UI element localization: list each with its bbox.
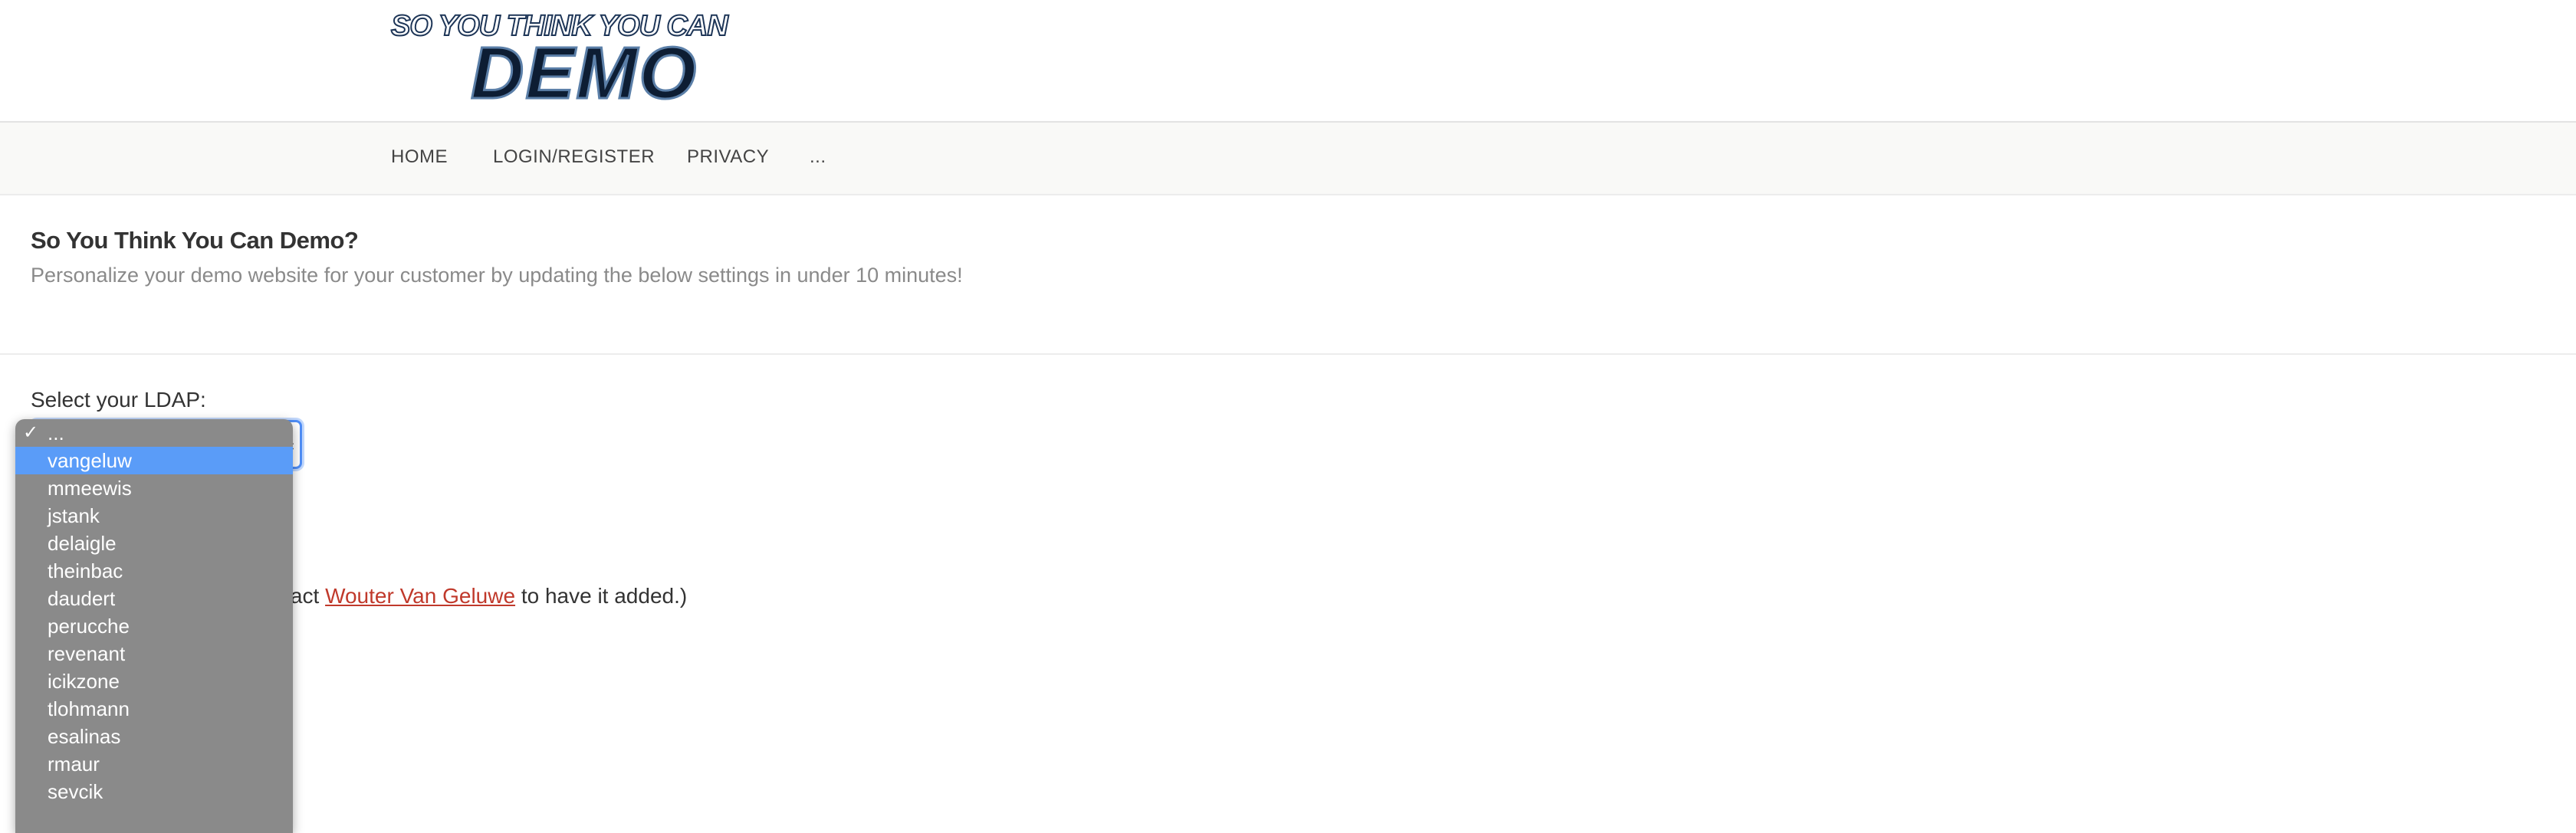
dropdown-option[interactable]: revenant xyxy=(15,640,293,667)
ldap-select-label: Select your LDAP: xyxy=(31,388,206,412)
option-label: theinbac xyxy=(48,559,123,582)
dropdown-option[interactable]: sevcik xyxy=(15,778,293,805)
dropdown-option[interactable]: icikzone xyxy=(15,667,293,695)
section-divider xyxy=(0,353,2576,355)
option-label: revenant xyxy=(48,642,126,665)
dropdown-option[interactable]: ✓ ... xyxy=(15,419,293,447)
dropdown-option[interactable]: daudert xyxy=(15,585,293,612)
option-label: tlohmann xyxy=(48,697,130,720)
option-label: ... xyxy=(48,421,64,444)
page-subtitle: Personalize your demo website for your c… xyxy=(31,264,963,287)
logo-main-text: DEMO xyxy=(470,32,698,114)
dropdown-option[interactable]: esalinas xyxy=(15,723,293,750)
help-suffix: to have it added.) xyxy=(515,584,688,608)
page-title: So You Think You Can Demo? xyxy=(31,227,359,254)
dropdown-option[interactable]: jstank xyxy=(15,502,293,530)
checkmark-icon: ✓ xyxy=(23,422,39,443)
option-label: jstank xyxy=(48,504,100,527)
option-label: icikzone xyxy=(48,670,120,693)
dropdown-option[interactable]: mmeewis xyxy=(15,474,293,502)
ldap-help-text: ontact Wouter Van Geluwe to have it adde… xyxy=(261,584,687,608)
ldap-dropdown-menu: ✓ ... vangeluw mmeewis jstank delaigle t… xyxy=(15,419,293,833)
dropdown-option[interactable]: perucche xyxy=(15,612,293,640)
option-label: delaigle xyxy=(48,532,117,555)
contact-link[interactable]: Wouter Van Geluwe xyxy=(325,584,515,608)
nav-home[interactable]: HOME xyxy=(391,146,448,169)
option-label: mmeewis xyxy=(48,477,132,500)
dropdown-option[interactable]: delaigle xyxy=(15,530,293,557)
main-nav: HOME LOGIN/REGISTER PRIVACY ... xyxy=(0,123,2576,195)
option-label: sevcik xyxy=(48,780,104,803)
option-label: rmaur xyxy=(48,753,100,776)
dropdown-option[interactable]: theinbac xyxy=(15,557,293,585)
nav-privacy[interactable]: PRIVACY xyxy=(687,146,769,169)
option-label: vangeluw xyxy=(48,449,132,472)
dropdown-option[interactable]: rmaur xyxy=(15,750,293,778)
site-header: SO YOU THINK YOU CAN DEMO xyxy=(0,0,2576,121)
option-label: esalinas xyxy=(48,725,121,748)
option-label: daudert xyxy=(48,587,116,610)
nav-login-register[interactable]: LOGIN/REGISTER xyxy=(493,146,655,169)
option-label: perucche xyxy=(48,615,130,638)
dropdown-option-highlighted[interactable]: vangeluw xyxy=(15,447,293,474)
site-logo[interactable]: SO YOU THINK YOU CAN DEMO xyxy=(388,9,730,114)
dropdown-option[interactable]: tlohmann xyxy=(15,695,293,723)
nav-more[interactable]: ... xyxy=(810,146,826,169)
